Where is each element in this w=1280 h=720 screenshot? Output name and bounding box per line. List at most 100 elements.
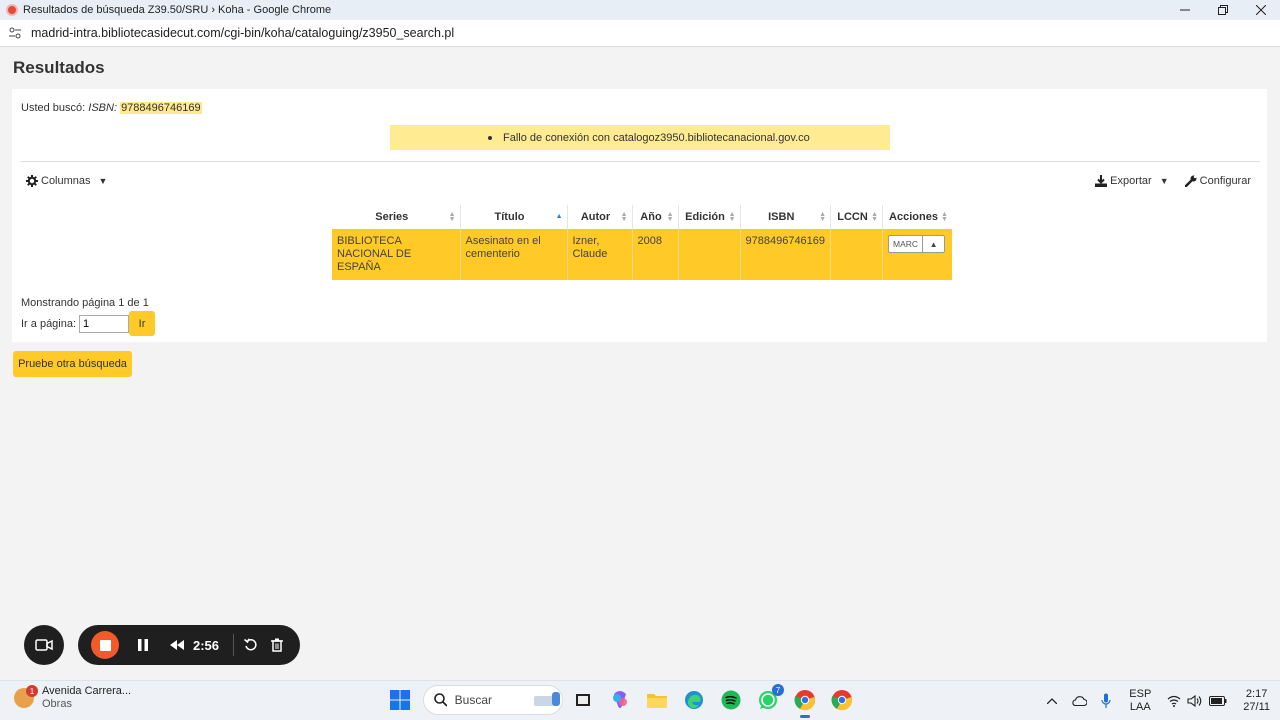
folder-icon: [647, 694, 667, 708]
goto-page-input[interactable]: [79, 314, 130, 333]
site-settings-icon[interactable]: [8, 26, 22, 40]
column-header-series[interactable]: Series ▲ ▼: [332, 205, 461, 229]
news-widget-text: Avenida Carrera... Obras: [42, 685, 131, 711]
separator: [233, 634, 235, 656]
cell-isbn: 9788496746169: [740, 229, 832, 280]
retry-search-button[interactable]: Pruebe otra búsqueda: [13, 351, 132, 377]
taskbar-clock[interactable]: 2:17 27/11: [1243, 688, 1270, 714]
volume-icon: [1187, 695, 1202, 707]
marc-button[interactable]: MARC: [888, 235, 924, 253]
start-button[interactable]: [386, 686, 414, 714]
columns-button[interactable]: Columnas ▼: [26, 175, 107, 187]
column-header-actions[interactable]: Acciones ▲ ▼: [882, 205, 952, 229]
caret-up-icon: ▲: [929, 239, 938, 249]
sort-icon: ▲ ▼: [941, 211, 948, 223]
table-toolbar-right: Exportar ▼ Configurar: [1095, 175, 1251, 187]
rewind-icon: [170, 640, 184, 650]
trash-icon: [271, 638, 284, 652]
pagination-info: Monstrando página 1 de 1: [21, 297, 149, 309]
video-camera-icon: [35, 639, 53, 651]
address-bar[interactable]: madrid-intra.bibliotecasidecut.com/cgi-b…: [0, 20, 1280, 47]
news-widget-subtitle: Obras: [42, 698, 72, 710]
page-content: Resultados Usted buscó: ISBN: 9788496746…: [0, 47, 1280, 680]
caret-down-icon: ▼: [98, 176, 108, 186]
wifi-icon: [1167, 695, 1181, 707]
column-header-year[interactable]: Año ▲ ▼: [632, 205, 679, 229]
goto-page: Ir a página: Ir: [21, 311, 156, 336]
task-view-button[interactable]: [569, 686, 597, 714]
camera-toggle-button[interactable]: [24, 625, 64, 665]
marc-action-group: MARC ▲: [888, 235, 947, 253]
column-header-lccn[interactable]: LCCN ▲ ▼: [830, 205, 884, 229]
restart-button[interactable]: [244, 638, 258, 652]
copilot-button[interactable]: [606, 686, 634, 714]
results-table: Series ▲ ▼ Título ▲ Autor ▲ ▼ Año ▲ ▼ Edición ▲ ▼…: [332, 205, 952, 280]
window-titlebar: Resultados de búsqueda Z39.50/SRU › Koha…: [0, 0, 1280, 20]
search-icon: [434, 693, 447, 707]
windows-taskbar: 1 Avenida Carrera... Obras Buscar 7 ESP …: [0, 680, 1280, 720]
window-title: Resultados de búsqueda Z39.50/SRU › Koha…: [23, 4, 332, 16]
sort-icon: ▲ ▼: [448, 211, 456, 223]
column-header-isbn[interactable]: ISBN ▲ ▼: [740, 205, 832, 229]
cell-year: 2008: [632, 229, 679, 280]
cell-author: Izner, Claude: [567, 229, 633, 280]
restore-button[interactable]: [1204, 0, 1242, 20]
microphone-icon: [1101, 693, 1111, 708]
cell-series: BIBLIOTECA NACIONAL DE ESPAÑA: [332, 229, 461, 280]
export-button[interactable]: Exportar ▼: [1095, 175, 1169, 187]
taskbar-apps: Buscar 7: [386, 684, 865, 718]
whatsapp-button[interactable]: 7: [754, 684, 784, 714]
connection-alert: Fallo de conexión con catalogoz3950.bibl…: [390, 125, 890, 150]
chrome-app-icon: [6, 4, 18, 16]
chrome-button[interactable]: [828, 686, 856, 714]
cell-edition: [678, 229, 741, 280]
task-view-icon: [576, 694, 590, 706]
search-summary-prefix: Usted buscó:: [21, 102, 86, 114]
file-explorer-button[interactable]: [643, 686, 671, 714]
chrome-icon: [831, 690, 853, 711]
divider: [21, 161, 1260, 162]
restore-icon: [1218, 5, 1228, 15]
export-label: Exportar: [1110, 175, 1152, 187]
minimize-button[interactable]: [1166, 0, 1204, 20]
close-icon: [1256, 5, 1266, 15]
column-header-edition[interactable]: Edición ▲ ▼: [678, 205, 741, 229]
wrench-icon: [1184, 175, 1197, 187]
rewind-button[interactable]: [170, 640, 184, 650]
stop-recording-button[interactable]: [91, 631, 119, 659]
configure-button[interactable]: Configurar: [1184, 175, 1251, 187]
system-tray: ESP LAA 2:17 27/11: [1033, 685, 1270, 717]
taskbar-search[interactable]: Buscar: [423, 685, 563, 715]
minimize-icon: [1180, 9, 1190, 11]
actions-dropdown-toggle[interactable]: ▲: [923, 235, 946, 253]
page-title: Resultados: [13, 58, 105, 77]
recording-controls: 2:56: [78, 625, 300, 665]
cell-lccn: [830, 229, 884, 280]
pause-button[interactable]: [138, 639, 148, 651]
spotify-button[interactable]: [717, 686, 745, 714]
keyboard-layout: LAA: [1129, 701, 1151, 713]
copilot-icon: [613, 691, 627, 708]
sort-ascending-icon: ▲: [555, 213, 563, 220]
column-header-title[interactable]: Título ▲: [460, 205, 568, 229]
gear-icon: [26, 175, 38, 187]
chrome-profile-button[interactable]: [791, 686, 819, 718]
news-widget[interactable]: 1 Avenida Carrera... Obras: [14, 685, 131, 711]
notification-badge: 1: [26, 685, 38, 697]
taskbar-search-label: Buscar: [454, 693, 492, 707]
goto-page-button[interactable]: Ir: [129, 311, 156, 336]
network-volume-battery[interactable]: [1167, 695, 1227, 707]
show-hidden-icons-button[interactable]: [1047, 698, 1058, 704]
cell-actions: MARC ▲: [882, 229, 952, 280]
delete-recording-button[interactable]: [271, 638, 284, 652]
goto-page-label: Ir a página:: [21, 317, 77, 330]
language-code: ESP: [1129, 688, 1152, 700]
url-text[interactable]: madrid-intra.bibliotecasidecut.com/cgi-b…: [31, 26, 454, 40]
edge-button[interactable]: [680, 686, 708, 714]
input-language-indicator[interactable]: ESP LAA: [1129, 688, 1151, 714]
close-window-button[interactable]: [1242, 0, 1280, 20]
microphone-button[interactable]: [1101, 693, 1111, 709]
column-header-author[interactable]: Autor ▲ ▼: [567, 205, 633, 229]
onedrive-button[interactable]: [1071, 696, 1088, 706]
search-summary-value: 9788496746169: [120, 102, 202, 114]
